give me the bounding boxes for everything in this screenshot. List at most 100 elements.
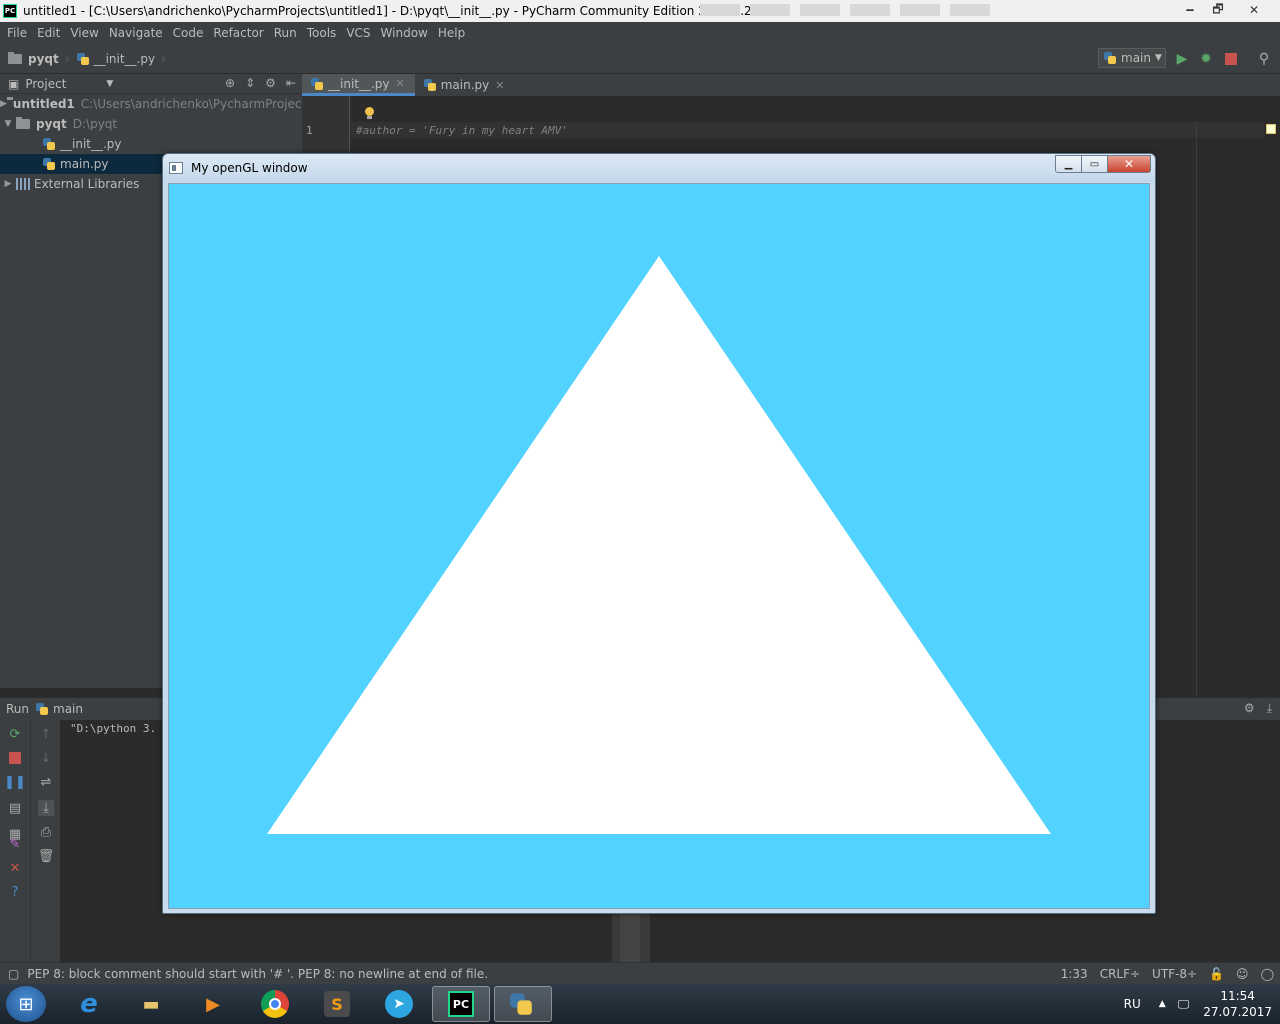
media-player-icon[interactable]: ▶: [184, 986, 242, 1022]
inspection-marker-icon[interactable]: [1266, 124, 1276, 134]
system-tray: RU ▲ 🖵 11:54 27.07.2017: [1124, 984, 1272, 1024]
tab-main-py[interactable]: main.py ✕: [415, 74, 515, 96]
network-icon[interactable]: 🖵: [1178, 997, 1190, 1012]
language-indicator[interactable]: RU: [1124, 997, 1141, 1011]
menu-run[interactable]: Run: [271, 26, 304, 40]
close-button[interactable]: ✕: [1232, 0, 1276, 20]
window-title: untitled1 - [C:\Users\andrichenko\Pychar…: [23, 4, 752, 18]
line-separator[interactable]: CRLF÷: [1100, 967, 1140, 981]
status-bar-toggle-icon[interactable]: ▢: [8, 967, 19, 981]
event-log-icon[interactable]: ◯: [1261, 967, 1274, 981]
telegram-icon[interactable]: ➤: [370, 986, 428, 1022]
tree-item-label: main.py: [60, 157, 109, 171]
collapse-arrow-icon[interactable]: ▼: [0, 119, 16, 129]
breadcrumb-init[interactable]: __init__.py: [76, 52, 155, 66]
console-output: "D:\python 3.: [70, 722, 157, 735]
tab-init-py[interactable]: __init__.py ✕: [302, 74, 415, 96]
pin-icon[interactable]: ✎: [7, 836, 23, 852]
menu-navigate[interactable]: Navigate: [106, 26, 170, 40]
scroll-to-end-icon[interactable]: ⤓: [38, 800, 54, 816]
folder-icon: [8, 51, 22, 64]
pause-icon[interactable]: ❚❚: [4, 774, 26, 790]
collapse-all-icon[interactable]: ⇕: [245, 76, 255, 90]
tree-item-untitled1[interactable]: ▶ untitled1 C:\Users\andrichenko\Pycharm…: [0, 94, 302, 114]
search-icon[interactable]: ⚲: [1256, 51, 1272, 67]
file-encoding[interactable]: UTF-8÷: [1152, 967, 1197, 981]
file-explorer-icon[interactable]: ▬: [122, 986, 180, 1022]
menu-window[interactable]: Window: [378, 26, 435, 40]
soft-wrap-icon[interactable]: ⇌: [38, 774, 54, 790]
code-line[interactable]: #author = 'Fury in my heart AMV': [356, 124, 568, 137]
opengl-window-titlebar[interactable]: My openGL window ▁ ▭ ✕: [163, 154, 1155, 182]
up-arrow-icon[interactable]: ↑: [38, 726, 54, 742]
expand-arrow-icon[interactable]: ▶: [0, 179, 16, 189]
caret-position[interactable]: 1:33: [1061, 967, 1088, 981]
python-file-icon: [423, 78, 437, 92]
project-view-selector[interactable]: Project: [25, 77, 66, 91]
lock-icon[interactable]: 🔓: [1209, 967, 1224, 981]
restore-layout-icon[interactable]: ▤: [7, 800, 23, 816]
chevron-down-icon[interactable]: ▼: [106, 79, 113, 89]
menu-code[interactable]: Code: [170, 26, 211, 40]
gear-icon[interactable]: ⚙: [1244, 701, 1255, 716]
minimize-button[interactable]: ▁: [1055, 155, 1081, 173]
run-config-label: main: [1121, 51, 1151, 65]
inspector-icon[interactable]: ☺: [1236, 967, 1249, 981]
pycharm-taskbar-icon[interactable]: PC: [432, 986, 490, 1022]
internet-explorer-icon[interactable]: e: [60, 986, 118, 1022]
project-panel-header: ▣ Project ▼ ⊕ ⇕ ⚙ ⇤: [0, 74, 302, 94]
maximize-button[interactable]: 🗗: [1204, 0, 1232, 20]
debug-icon[interactable]: ✹: [1198, 51, 1214, 67]
breadcrumb-separator-icon: ›: [161, 51, 166, 66]
trash-icon[interactable]: 🗑: [38, 848, 55, 864]
clock[interactable]: 11:54 27.07.2017: [1203, 988, 1272, 1020]
breadcrumb-pyqt[interactable]: pyqt: [8, 51, 59, 66]
start-button[interactable]: ⊞: [6, 986, 46, 1022]
menu-refactor[interactable]: Refactor: [210, 26, 270, 40]
run-toolbar: ⟳ ❚❚ ▤ ▦ ✎ ✕ ?: [0, 720, 30, 962]
stop-icon[interactable]: [7, 750, 23, 766]
sublime-text-icon[interactable]: S: [308, 986, 366, 1022]
menu-tools[interactable]: Tools: [304, 26, 344, 40]
opengl-canvas[interactable]: [168, 183, 1150, 909]
maximize-button[interactable]: ▭: [1081, 155, 1107, 173]
menu-view[interactable]: View: [67, 26, 105, 40]
menu-edit[interactable]: Edit: [34, 26, 67, 40]
run-toolbar-secondary: ↑ ↓ ⇌ ⤓ ⎙ 🗑: [30, 720, 60, 962]
down-arrow-icon[interactable]: ↓: [38, 750, 54, 766]
run-configuration-dropdown[interactable]: main ▼: [1098, 48, 1166, 68]
print-icon[interactable]: ⎙: [38, 824, 54, 840]
help-icon[interactable]: ?: [7, 884, 23, 900]
run-config-tab[interactable]: main: [53, 702, 83, 716]
locate-icon[interactable]: ⊕: [225, 76, 235, 90]
menu-help[interactable]: Help: [435, 26, 472, 40]
expand-arrow-icon[interactable]: ▶: [0, 99, 7, 109]
python-file-icon: [310, 77, 324, 91]
opengl-window[interactable]: My openGL window ▁ ▭ ✕: [162, 153, 1156, 914]
run-icon[interactable]: ▶: [1174, 51, 1190, 67]
tree-item-label: untitled1: [12, 97, 75, 111]
hide-panel-icon[interactable]: ⤓: [1267, 701, 1272, 716]
chrome-icon[interactable]: [246, 986, 304, 1022]
stop-icon[interactable]: [1223, 51, 1239, 67]
show-hidden-icons-icon[interactable]: ▲: [1159, 999, 1166, 1009]
window-titlebar[interactable]: PC untitled1 - [C:\Users\andrichenko\Pyc…: [0, 0, 1280, 22]
menu-file[interactable]: File: [4, 26, 34, 40]
close-icon[interactable]: ✕: [7, 860, 23, 876]
scrollbar[interactable]: [612, 912, 650, 962]
close-tab-icon[interactable]: ✕: [396, 77, 405, 90]
tree-item-init-py[interactable]: __init__.py: [0, 134, 302, 154]
status-message[interactable]: PEP 8: block comment should start with '…: [27, 967, 488, 981]
close-button[interactable]: ✕: [1107, 155, 1151, 173]
navigation-bar: pyqt › __init__.py › main ▼ ▶ ✹ ⚲: [0, 44, 1280, 74]
windows-taskbar: ⊞ e ▬ ▶ S ➤ PC RU ▲ 🖵 11:54 27.07.2017: [0, 984, 1280, 1024]
tree-item-pyqt[interactable]: ▼ pyqt D:\pyqt: [0, 114, 302, 134]
gear-icon[interactable]: ⚙: [265, 76, 276, 90]
lightbulb-icon[interactable]: [364, 107, 374, 119]
minimize-button[interactable]: 🗕: [1176, 0, 1204, 20]
hide-panel-icon[interactable]: ⇤: [286, 76, 296, 90]
python-taskbar-icon[interactable]: [494, 986, 552, 1022]
close-tab-icon[interactable]: ✕: [495, 79, 504, 92]
menu-vcs[interactable]: VCS: [343, 26, 377, 40]
rerun-icon[interactable]: ⟳: [7, 726, 23, 742]
